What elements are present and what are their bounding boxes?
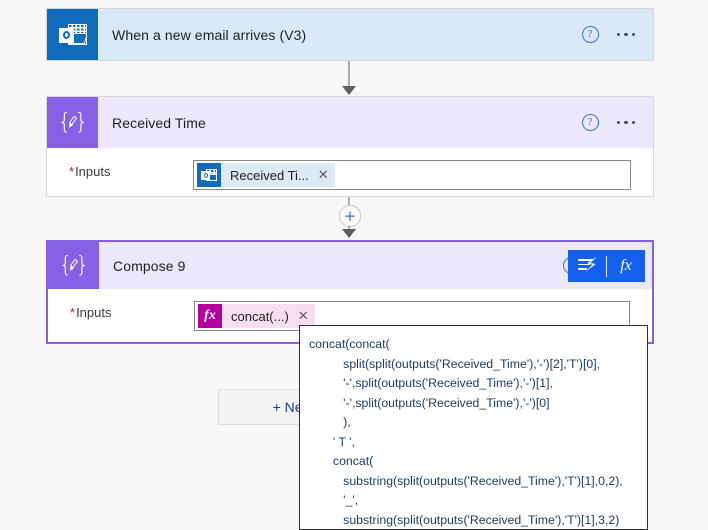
- help-icon[interactable]: ?: [581, 114, 599, 131]
- insert-new-step-icon[interactable]: +: [339, 205, 361, 227]
- inputs-label: *Inputs: [47, 160, 193, 184]
- trigger-card-title: When a new email arrives (V3): [112, 26, 307, 43]
- action-card-received-time[interactable]: { } Received Time ? *Inputs Received Ti.…: [46, 96, 654, 197]
- close-icon[interactable]: ✕: [318, 169, 329, 182]
- token-chip-label: Received Ti...: [230, 167, 309, 183]
- flow-designer-canvas: When a new email arrives (V3) ? { } Rece…: [0, 0, 708, 530]
- connector-arrow-1: [342, 86, 356, 95]
- token-chip-body: Received Ti... ✕: [221, 163, 335, 187]
- fx-icon-label: fx: [620, 257, 632, 274]
- help-icon[interactable]: ?: [581, 26, 599, 43]
- connector-arrow-2: [342, 229, 356, 238]
- token-chip-label: concat(...): [231, 308, 289, 324]
- expression-preview-popup: concat(concat( split(split(outputs('Rece…: [299, 325, 648, 530]
- add-dynamic-content-icon[interactable]: ⚡: [568, 250, 606, 282]
- more-commands-icon[interactable]: [616, 27, 635, 43]
- compose-9-card-header[interactable]: { } Compose 9 ? ⚡: [48, 242, 652, 289]
- more-commands-icon[interactable]: [616, 115, 635, 131]
- token-chip-received-time[interactable]: Received Ti... ✕: [197, 163, 335, 187]
- expression-editor-icon[interactable]: fx: [607, 250, 645, 282]
- inputs-label-text: Inputs: [75, 164, 111, 179]
- trigger-card-header[interactable]: When a new email arrives (V3) ?: [47, 9, 653, 60]
- received-time-inputs-row: *Inputs Received Ti... ✕: [47, 148, 653, 190]
- compose-expression-icon: { }: [47, 97, 98, 148]
- toolbar-divider: [606, 255, 607, 277]
- received-time-inputs-field[interactable]: Received Ti... ✕: [193, 160, 631, 190]
- close-icon[interactable]: ✕: [298, 310, 309, 323]
- received-time-card-actions: ?: [581, 114, 654, 131]
- required-marker: *: [69, 164, 75, 179]
- outlook-icon: [197, 163, 221, 187]
- token-chip-concat-expression[interactable]: fx concat(...) ✕: [198, 304, 315, 328]
- inputs-label-text: Inputs: [76, 305, 112, 320]
- received-time-card-title: Received Time: [112, 114, 206, 131]
- expression-preview-text: concat(concat( split(split(outputs('Rece…: [309, 337, 623, 527]
- dynamic-content-toolbar[interactable]: ⚡ fx: [568, 250, 645, 282]
- connector-line-1: [348, 61, 350, 88]
- required-marker: *: [70, 305, 76, 320]
- trigger-card-when-a-new-email-arrives[interactable]: When a new email arrives (V3) ?: [46, 8, 654, 61]
- fx-icon: fx: [198, 304, 222, 328]
- compose-expression-icon: { }: [48, 242, 99, 289]
- received-time-card-header[interactable]: { } Received Time ?: [47, 97, 653, 148]
- inputs-label: *Inputs: [48, 301, 194, 325]
- trigger-card-actions: ?: [581, 26, 654, 43]
- outlook-icon: [47, 9, 98, 60]
